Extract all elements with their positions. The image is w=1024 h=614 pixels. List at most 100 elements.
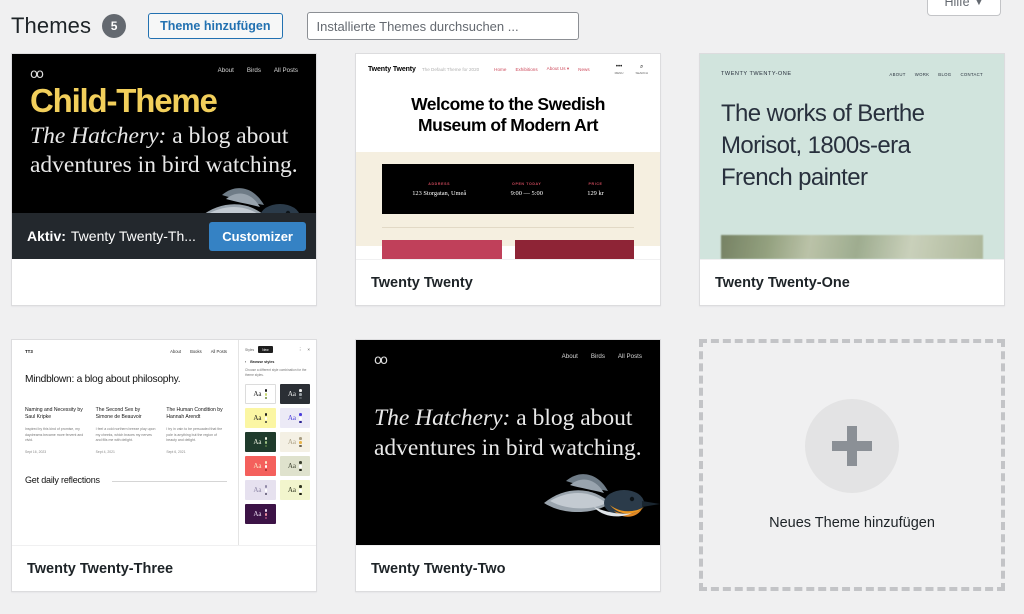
theme-card-twenty-twenty-two[interactable]: oo About Birds All Posts The Hatchery: a… — [355, 339, 661, 592]
nav-item: All Posts — [617, 353, 642, 360]
site-logo: Twenty Twenty — [368, 65, 416, 73]
style-swatch[interactable]: Aa — [245, 432, 276, 453]
divider — [111, 481, 227, 483]
nav-item: Birds — [590, 353, 605, 360]
preview-headline: The Hatchery: a blog about adventures in… — [30, 122, 298, 182]
preview-headline: The Hatchery: a blog about adventures in… — [374, 404, 642, 464]
nav-item: About — [217, 67, 234, 74]
help-tab-label: Hilfe — [944, 0, 970, 9]
theme-card-child-theme[interactable]: oo About Birds All Posts Child-Theme The… — [11, 53, 317, 306]
color-block — [382, 240, 502, 259]
theme-name-bar: Twenty Twenty — [356, 259, 660, 305]
swatch-label: Aa — [287, 414, 297, 423]
divider — [382, 227, 634, 229]
style-swatch[interactable]: Aa — [245, 480, 276, 501]
active-theme-name: Twenty Twenty-Th... — [70, 228, 196, 244]
theme-name: Twenty Twenty-Three — [27, 560, 174, 577]
close-icon: × — [307, 346, 310, 352]
swatch-dots — [264, 413, 268, 424]
style-swatch[interactable]: Aa — [279, 408, 310, 429]
color-block — [514, 240, 634, 259]
post-item: Naming and Necessity by Saul Kripke Insp… — [25, 407, 84, 455]
page-title: Themes — [11, 13, 92, 38]
new-badge: New — [258, 346, 273, 353]
themes-grid: oo About Birds All Posts Child-Theme The… — [11, 53, 1013, 592]
preview-headline-italic: The Hatchery: — [30, 122, 167, 149]
theme-screenshot[interactable]: TT3 About Books All Posts Mindblown: a b… — [12, 340, 316, 545]
nav-item: Home — [494, 66, 507, 72]
theme-screenshot[interactable]: Twenty Twenty The Default Theme for 2020… — [356, 54, 660, 259]
site-logo: TT3 — [25, 349, 33, 354]
browse-styles-row[interactable]: ‹ Browse styles — [245, 360, 310, 364]
swatch-label: Aa — [253, 390, 262, 399]
style-swatch[interactable]: Aa — [245, 456, 276, 477]
style-swatch[interactable]: Aa — [245, 504, 276, 525]
swatch-label: Aa — [287, 438, 297, 447]
active-label: Aktiv: — [27, 228, 66, 244]
preview-nav: About Books All Posts — [170, 349, 227, 354]
info-col: ADDRESS 123 Storgatan, Umeå — [412, 181, 467, 197]
style-swatch[interactable]: Aa — [279, 384, 310, 405]
plus-icon — [805, 399, 899, 493]
theme-name: Twenty Twenty-Two — [371, 560, 506, 577]
swatch-label: Aa — [253, 486, 262, 495]
theme-name-bar: Twenty Twenty-One — [700, 259, 1004, 305]
search-input[interactable] — [306, 12, 579, 40]
swatch-dots — [264, 389, 268, 400]
info-col: OPEN TODAY 9:00 — 5:00 — [510, 181, 543, 197]
add-new-theme-card[interactable]: Neues Theme hinzufügen — [699, 339, 1005, 591]
theme-name-bar: Twenty Twenty-Three — [12, 545, 316, 591]
browse-styles-label: Browse styles — [250, 360, 275, 364]
site-logo-icon: oo — [30, 67, 44, 82]
nav-item: Exhibitions — [515, 66, 538, 72]
swatch-label: Aa — [287, 486, 297, 495]
theme-name: Twenty Twenty — [371, 274, 473, 291]
swatch-label: Aa — [253, 510, 262, 519]
active-theme-bar: Aktiv: Twenty Twenty-Th... Customizer — [12, 213, 316, 259]
preview-nav: ABOUT WORK BLOG CONTACT — [889, 72, 983, 77]
add-theme-button[interactable]: Theme hinzufügen — [148, 13, 283, 39]
chevron-down-icon: ▼ — [974, 0, 984, 7]
style-swatch[interactable]: Aa — [279, 480, 310, 501]
preview-nav: Home Exhibitions About Us ▾ News ••• MEN… — [494, 64, 648, 75]
post-item: The Human Condition by Hannah Arendt I t… — [166, 407, 223, 455]
swatch-dots — [264, 461, 268, 472]
site-logo: TWENTY TWENTY-ONE — [721, 71, 792, 77]
theme-card-twenty-twenty-three[interactable]: TT3 About Books All Posts Mindblown: a b… — [11, 339, 317, 592]
style-swatch[interactable]: Aa — [279, 456, 310, 477]
nav-item: All Posts — [273, 67, 298, 74]
preview-nav: About Birds All Posts — [562, 353, 642, 360]
style-swatch[interactable]: Aa — [279, 432, 310, 453]
search-icon: ⌕ SEARCH — [635, 63, 648, 75]
preview-hero: Welcome to the Swedish Museum of Modern … — [411, 94, 605, 135]
help-tab-button[interactable]: Hilfe ▼ — [927, 0, 1001, 16]
nav-item: ABOUT — [889, 71, 906, 77]
theme-screenshot[interactable]: oo About Birds All Posts Child-Theme The… — [12, 54, 316, 259]
theme-name: Twenty Twenty-One — [715, 274, 850, 291]
customizer-button[interactable]: Customizer — [209, 221, 306, 251]
theme-screenshot[interactable]: oo About Birds All Posts The Hatchery: a… — [356, 340, 660, 545]
theme-name-bar: Twenty Twenty-Two — [356, 545, 660, 591]
nav-item: News — [578, 66, 590, 72]
nav-item: Birds — [246, 67, 261, 74]
info-col: PRICE 129 kr — [587, 181, 604, 197]
more-icon: ⋮ — [297, 346, 303, 352]
preview-info-bar: ADDRESS 123 Storgatan, Umeå OPEN TODAY 9… — [382, 164, 634, 215]
swatch-label: Aa — [287, 390, 297, 399]
swatch-dots — [299, 485, 302, 496]
preview-hero: The works of Berthe Morisot, 1800s-era F… — [721, 100, 925, 191]
theme-card-twenty-twenty-one[interactable]: TWENTY TWENTY-ONE ABOUT WORK BLOG CONTAC… — [699, 53, 1005, 306]
nav-item: About — [561, 353, 578, 360]
chevron-left-icon: ‹ — [245, 360, 247, 364]
theme-count-badge: 5 — [102, 14, 127, 38]
preview-footer-text: Get daily reflections — [25, 475, 100, 486]
style-swatch[interactable]: Aa — [245, 384, 276, 405]
swatch-dots — [264, 437, 268, 448]
style-swatch[interactable]: Aa — [245, 408, 276, 429]
theme-screenshot[interactable]: TWENTY TWENTY-ONE ABOUT WORK BLOG CONTAC… — [700, 54, 1004, 259]
nav-item: Books — [190, 349, 202, 354]
page-header: Themes 5 Theme hinzufügen — [0, 0, 1024, 52]
preview-hero: Mindblown: a blog about philosophy. — [25, 374, 181, 385]
preview-image — [721, 235, 983, 259]
theme-card-twenty-twenty[interactable]: Twenty Twenty The Default Theme for 2020… — [355, 53, 661, 306]
